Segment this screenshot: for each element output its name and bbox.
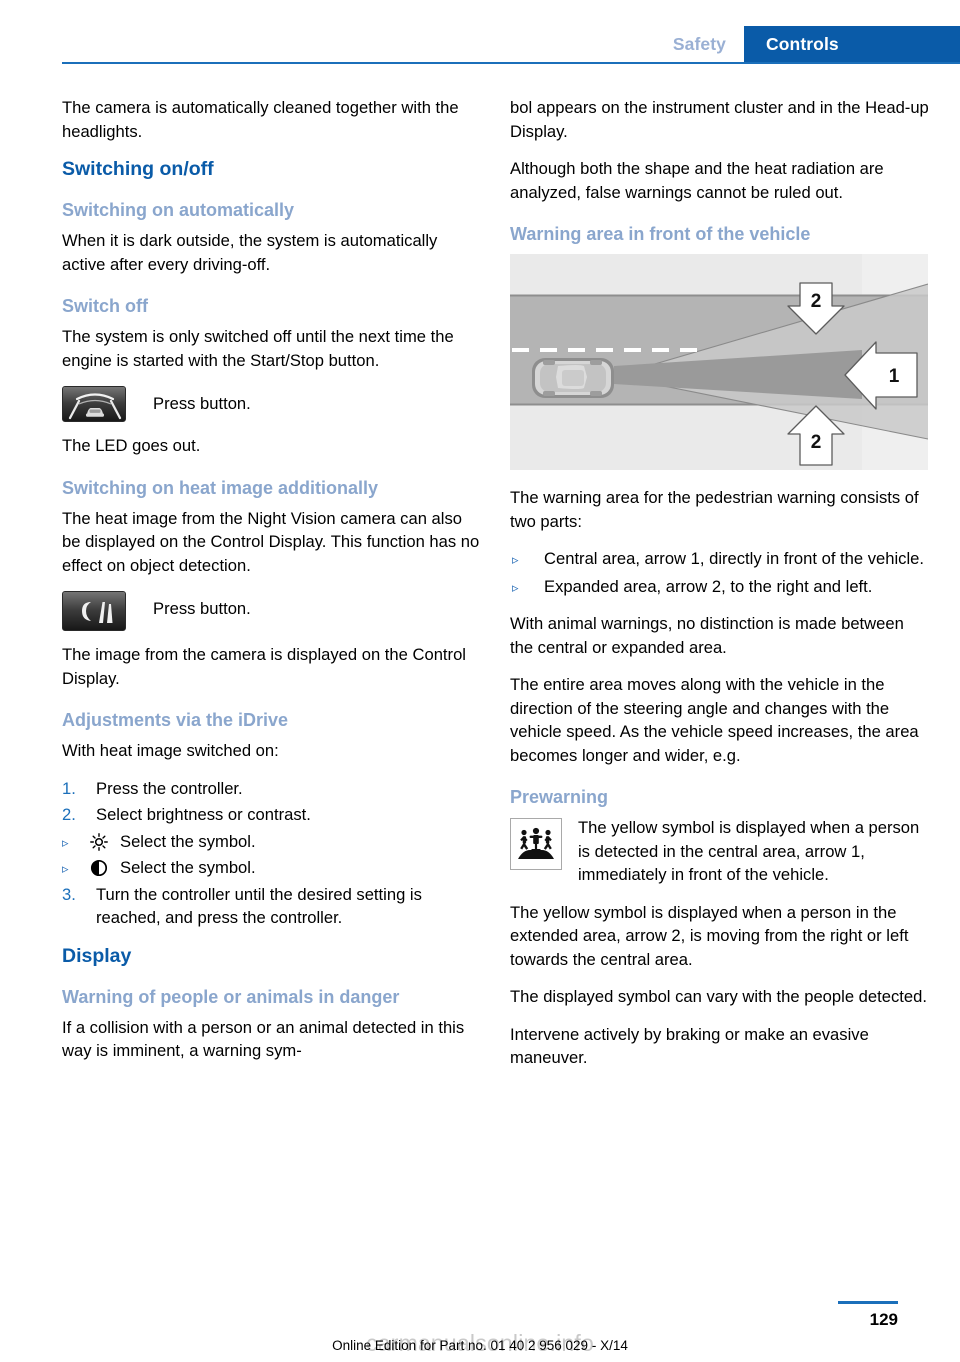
triangle-bullet-icon: ▹ <box>62 861 69 876</box>
intro-paragraph: The camera is automatically cleaned toge… <box>62 98 459 141</box>
press-button-label-heat-image: Press button. <box>153 599 251 618</box>
paragraph-heat-image: The heat image from the Night Vision cam… <box>62 508 480 575</box>
paragraph-intervene: Intervene actively by braking or make an… <box>510 1024 869 1068</box>
header-tabs: Safety Controls <box>652 26 960 62</box>
watermark-text: carmanualsonline.info <box>366 1330 594 1356</box>
paragraph-continuation: bol appears on the instrument cluster an… <box>510 98 929 141</box>
heading-warning-area: Warning area in front of the vehicle <box>510 224 811 244</box>
sub-item-contrast-label: Select the symbol. <box>120 858 256 877</box>
step-text-1: Press the controller. <box>96 778 243 798</box>
step-number-1: 1. <box>62 778 76 798</box>
step-item-3: 3. Turn the controller until the desired… <box>62 883 482 930</box>
triangle-bullet-icon: ▹ <box>512 579 519 595</box>
page-header: Safety Controls <box>0 0 960 64</box>
right-column: bol appears on the instrument cluster an… <box>510 96 930 1084</box>
press-button-row-heat-image: Press button. <box>62 591 482 631</box>
tab-controls[interactable]: Controls <box>744 26 960 62</box>
paragraph-area-moves: The entire area moves along with the veh… <box>510 675 919 765</box>
manual-page: Safety Controls The camera is automatica… <box>0 0 960 1362</box>
svg-text:2: 2 <box>811 432 822 453</box>
paragraph-led-goes-out: The LED goes out. <box>62 436 201 455</box>
warning-area-bullets: ▹ Central area, arrow 1, directly in fro… <box>510 547 930 598</box>
tab-safety[interactable]: Safety <box>652 26 744 62</box>
heading-adjustments-idrive: Adjustments via the iDrive <box>62 710 289 730</box>
paragraph-collision-warning: If a collision with a person or an anima… <box>62 1017 465 1061</box>
page-number: 129 <box>869 1310 898 1329</box>
heat-image-button-icon <box>62 591 126 631</box>
svg-text:1: 1 <box>889 366 900 387</box>
bullet-central-area-text: Central area, arrow 1, directly in front… <box>544 549 924 568</box>
sub-item-brightness: ▹ Select the symbol. <box>62 830 482 854</box>
paragraph-warning-area-intro: The warning area for the pedestrian warn… <box>510 488 919 531</box>
sun-glyph <box>90 832 108 851</box>
night-vision-glyph <box>63 387 125 421</box>
edition-line: Online Edition for Part no. 01 40 2 956 … <box>332 1338 628 1353</box>
step-item-2: 2. Select brightness or contrast. <box>62 803 482 827</box>
step-number-2: 2. <box>62 805 76 824</box>
vehicle-top-view <box>532 358 614 398</box>
paragraph-symbol-varies: The displayed symbol can vary with the p… <box>510 987 927 1006</box>
bullet-central-area: ▹ Central area, arrow 1, directly in fro… <box>510 547 930 571</box>
heading-warning-people-animals: Warning of people or animals in danger <box>62 986 400 1007</box>
sub-item-contrast: ▹ Select the symbol. <box>62 856 482 880</box>
step-number-3: 3. <box>62 884 76 904</box>
press-button-row-night-vision: Press button. <box>62 386 482 422</box>
triangle-bullet-icon: ▹ <box>512 552 519 567</box>
pedestrian-warning-glyph <box>511 819 561 869</box>
idrive-steps-list: 1. Press the controller. 2. Select brigh… <box>62 777 482 930</box>
sub-item-brightness-label: Select the symbol. <box>120 831 256 851</box>
header-divider <box>62 62 960 64</box>
svg-text:2: 2 <box>811 291 822 312</box>
step-item-1: 1. Press the controller. <box>62 777 482 801</box>
paragraph-switching-on-automatically: When it is dark outside, the system is a… <box>62 231 438 274</box>
left-column: The camera is automatically cleaned toge… <box>62 96 482 1063</box>
idrive-symbol-sublist: ▹ Select the symbol. ▹ Select the symbol… <box>62 830 482 880</box>
step-text-2: Select brightness or contrast. <box>96 805 311 824</box>
brightness-sun-icon <box>88 830 110 853</box>
heading-switching-on-automatically: Switching on automatically <box>62 200 295 220</box>
heading-display: Display <box>62 944 132 967</box>
heat-image-glyph <box>63 592 125 630</box>
night-vision-button-icon <box>62 386 126 422</box>
step-text-3: Turn the controller until the desired se… <box>96 884 422 928</box>
footer-divider <box>838 1301 898 1304</box>
contrast-glyph <box>90 859 108 877</box>
heading-switching-on-heat-image: Switching on heat image additionally <box>62 477 379 498</box>
paragraph-switch-off: The system is only switched off until th… <box>62 327 454 370</box>
prewarning-icon-block: The yellow symbol is displayed when a pe… <box>510 816 930 887</box>
paragraph-false-warnings: Although both the shape and the heat rad… <box>510 159 884 202</box>
paragraph-prewarning-central: The yellow symbol is displayed when a pe… <box>578 818 920 884</box>
heading-prewarning: Prewarning <box>510 787 609 807</box>
paragraph-prewarning-extended: The yellow symbol is displayed when a pe… <box>510 902 909 969</box>
bullet-expanded-area-text: Expanded area, arrow 2, to the right and… <box>544 576 873 596</box>
pedestrian-warning-icon <box>510 818 562 870</box>
paragraph-animal-warnings: With animal warnings, no distinction is … <box>510 614 904 657</box>
triangle-bullet-icon: ▹ <box>62 834 69 850</box>
warning-area-diagram: 2 1 2 <box>510 254 929 470</box>
warning-area-svg: 2 1 2 <box>510 254 929 470</box>
paragraph-with-heat-image-on: With heat image switched on: <box>62 741 279 760</box>
heading-switch-off: Switch off <box>62 296 148 316</box>
contrast-half-circle-icon <box>88 856 110 879</box>
press-button-label-night-vision: Press button. <box>153 394 251 413</box>
paragraph-camera-image-displayed: The image from the camera is displayed o… <box>62 645 466 688</box>
bullet-expanded-area: ▹ Expanded area, arrow 2, to the right a… <box>510 575 930 599</box>
heading-switching-on-off: Switching on/off <box>62 158 214 180</box>
